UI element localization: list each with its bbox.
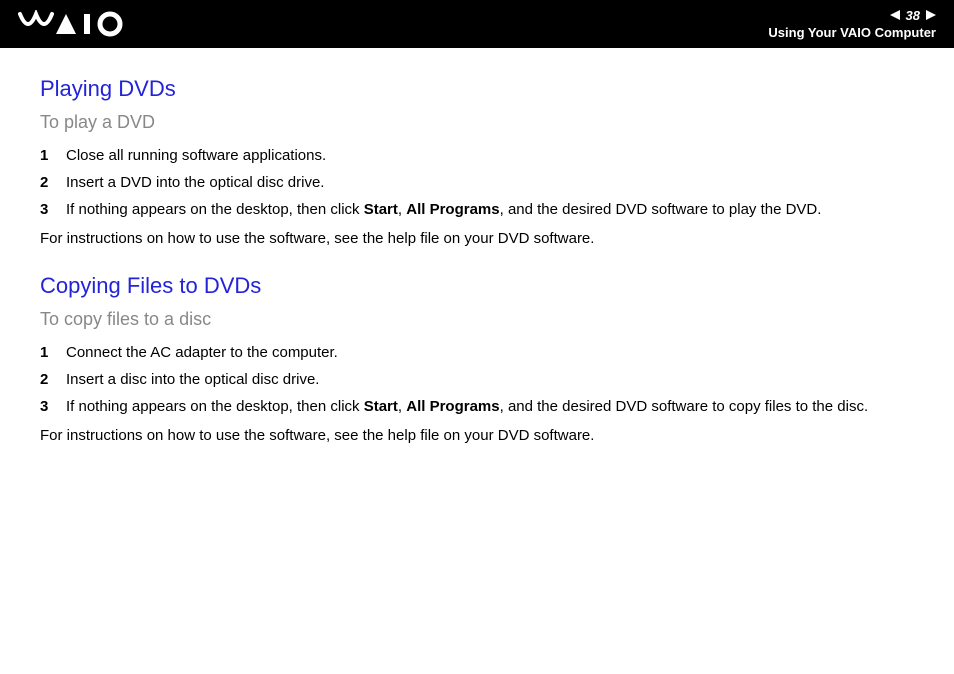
header-meta: 38 Using Your VAIO Computer bbox=[768, 0, 936, 48]
step-text: Connect the AC adapter to the computer. bbox=[66, 342, 914, 363]
list-item: 1 Close all running software application… bbox=[40, 145, 914, 166]
step-text: Insert a DVD into the optical disc drive… bbox=[66, 172, 914, 193]
list-item: 1 Connect the AC adapter to the computer… bbox=[40, 342, 914, 363]
list-item: 2 Insert a DVD into the optical disc dri… bbox=[40, 172, 914, 193]
step-number: 3 bbox=[40, 396, 66, 417]
step-number: 1 bbox=[40, 145, 66, 166]
step-number: 2 bbox=[40, 369, 66, 390]
section-subheading: To play a DVD bbox=[40, 112, 914, 133]
page-nav: 38 bbox=[890, 8, 936, 23]
vaio-logo bbox=[18, 0, 148, 48]
step-number: 3 bbox=[40, 199, 66, 220]
list-item: 3 If nothing appears on the desktop, the… bbox=[40, 199, 914, 220]
next-page-icon[interactable] bbox=[924, 9, 936, 23]
step-list: 1 Connect the AC adapter to the computer… bbox=[40, 342, 914, 417]
step-number: 2 bbox=[40, 172, 66, 193]
text-run: , and the desired DVD software to copy f… bbox=[500, 398, 869, 415]
text-run: , and the desired DVD software to play t… bbox=[500, 201, 822, 218]
step-number: 1 bbox=[40, 342, 66, 363]
section-heading: Playing DVDs bbox=[40, 76, 914, 102]
text-run: If nothing appears on the desktop, then … bbox=[66, 201, 364, 218]
header-section-title: Using Your VAIO Computer bbox=[768, 25, 936, 40]
list-item: 2 Insert a disc into the optical disc dr… bbox=[40, 369, 914, 390]
page-content: Playing DVDs To play a DVD 1 Close all r… bbox=[0, 48, 954, 446]
prev-page-icon[interactable] bbox=[890, 9, 902, 23]
step-text: Insert a disc into the optical disc driv… bbox=[66, 369, 914, 390]
step-list: 1 Close all running software application… bbox=[40, 145, 914, 220]
paragraph: For instructions on how to use the softw… bbox=[40, 228, 914, 249]
bold-text: Start bbox=[364, 398, 398, 415]
step-text: Close all running software applications. bbox=[66, 145, 914, 166]
section-subheading: To copy files to a disc bbox=[40, 309, 914, 330]
paragraph: For instructions on how to use the softw… bbox=[40, 425, 914, 446]
bold-text: Start bbox=[364, 201, 398, 218]
list-item: 3 If nothing appears on the desktop, the… bbox=[40, 396, 914, 417]
step-text: If nothing appears on the desktop, then … bbox=[66, 396, 914, 417]
bold-text: All Programs bbox=[406, 201, 499, 218]
text-run: , bbox=[398, 201, 406, 218]
text-run: If nothing appears on the desktop, then … bbox=[66, 398, 364, 415]
step-text: If nothing appears on the desktop, then … bbox=[66, 199, 914, 220]
bold-text: All Programs bbox=[406, 398, 499, 415]
page-header: 38 Using Your VAIO Computer bbox=[0, 0, 954, 48]
page-number: 38 bbox=[906, 8, 920, 23]
section-heading: Copying Files to DVDs bbox=[40, 273, 914, 299]
text-run: , bbox=[398, 398, 406, 415]
